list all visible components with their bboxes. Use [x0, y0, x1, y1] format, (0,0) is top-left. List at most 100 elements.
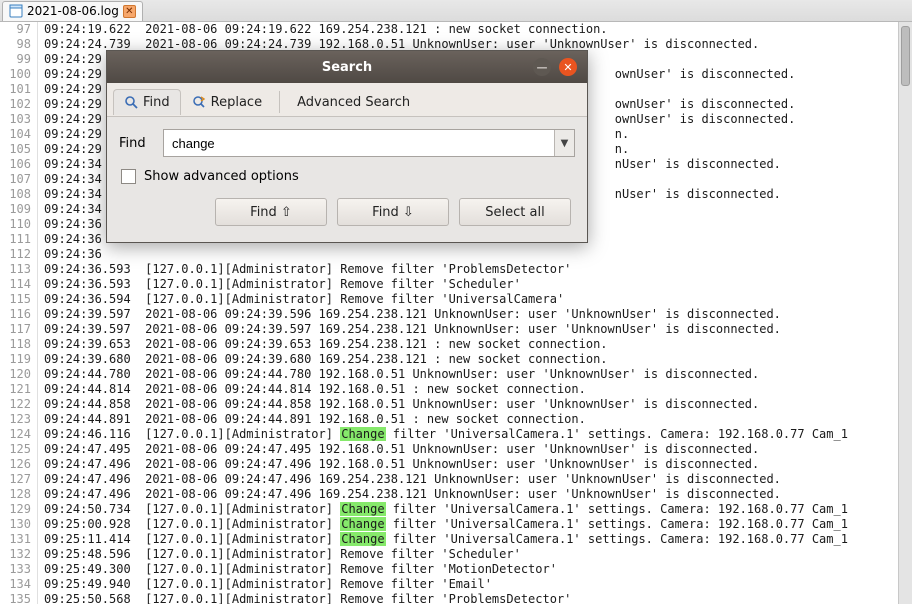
tab-bar: 2021-08-06.log ✕ [0, 0, 912, 22]
line-number: 107 [0, 172, 37, 187]
line-number: 132 [0, 547, 37, 562]
find-combo[interactable]: ▼ [163, 129, 575, 157]
line-number: 100 [0, 67, 37, 82]
line-number: 129 [0, 502, 37, 517]
code-line[interactable]: 09:24:39.653 2021-08-06 09:24:39.653 169… [38, 337, 912, 352]
search-highlight: Change [340, 532, 385, 546]
line-number: 114 [0, 277, 37, 292]
code-line[interactable]: 09:24:36.593 [127.0.0.1][Administrator] … [38, 277, 912, 292]
code-line[interactable]: 09:24:44.780 2021-08-06 09:24:44.780 192… [38, 367, 912, 382]
line-number: 128 [0, 487, 37, 502]
show-advanced-checkbox[interactable] [121, 169, 136, 184]
line-number: 120 [0, 367, 37, 382]
replace-icon [192, 95, 206, 109]
line-number: 99 [0, 52, 37, 67]
find-prev-button[interactable]: Find ⇧ [215, 198, 327, 226]
line-number: 116 [0, 307, 37, 322]
code-line[interactable]: 09:24:47.495 2021-08-06 09:24:47.495 192… [38, 442, 912, 457]
code-line[interactable]: 09:24:44.814 2021-08-06 09:24:44.814 192… [38, 382, 912, 397]
file-tab[interactable]: 2021-08-06.log ✕ [2, 1, 143, 21]
tab-advanced-label: Advanced Search [297, 95, 410, 110]
line-number: 119 [0, 352, 37, 367]
line-number: 131 [0, 532, 37, 547]
tab-replace[interactable]: Replace [181, 89, 273, 115]
code-line[interactable]: 09:24:19.622 2021-08-06 09:24:19.622 169… [38, 22, 912, 37]
find-next-button[interactable]: Find ⇩ [337, 198, 449, 226]
scrollbar-thumb[interactable] [901, 26, 910, 86]
tab-close-icon[interactable]: ✕ [123, 5, 136, 18]
search-title: Search [322, 60, 372, 75]
line-number: 134 [0, 577, 37, 592]
code-line[interactable]: 09:25:50.568 [127.0.0.1][Administrator] … [38, 592, 912, 604]
line-number: 127 [0, 472, 37, 487]
code-line[interactable]: 09:24:36.594 [127.0.0.1][Administrator] … [38, 292, 912, 307]
line-number: 135 [0, 592, 37, 604]
tab-find-label: Find [143, 95, 170, 110]
line-number: 118 [0, 337, 37, 352]
file-tab-label: 2021-08-06.log [27, 4, 119, 18]
search-dialog: Search — ✕ Find Replace Advanced Search … [106, 50, 588, 243]
minimize-button[interactable]: — [533, 58, 551, 76]
line-number: 98 [0, 37, 37, 52]
vertical-scrollbar[interactable] [898, 22, 912, 604]
search-highlight: Change [340, 502, 385, 516]
search-highlight: Change [340, 427, 385, 441]
code-line[interactable]: 09:25:49.940 [127.0.0.1][Administrator] … [38, 577, 912, 592]
find-dropdown-toggle[interactable]: ▼ [554, 130, 574, 156]
line-number: 106 [0, 157, 37, 172]
code-line[interactable]: 09:24:44.858 2021-08-06 09:24:44.858 192… [38, 397, 912, 412]
line-number: 125 [0, 442, 37, 457]
code-line[interactable]: 09:24:39.597 2021-08-06 09:24:39.596 169… [38, 307, 912, 322]
code-line[interactable]: 09:24:39.597 2021-08-06 09:24:39.597 169… [38, 322, 912, 337]
line-number: 122 [0, 397, 37, 412]
show-advanced-label: Show advanced options [144, 169, 299, 184]
line-number: 124 [0, 427, 37, 442]
line-number: 117 [0, 322, 37, 337]
code-line[interactable]: 09:25:49.300 [127.0.0.1][Administrator] … [38, 562, 912, 577]
line-number: 133 [0, 562, 37, 577]
line-number: 108 [0, 187, 37, 202]
find-icon [124, 95, 138, 109]
line-number: 109 [0, 202, 37, 217]
line-number: 105 [0, 142, 37, 157]
search-titlebar[interactable]: Search — ✕ [107, 51, 587, 83]
code-line[interactable]: 09:24:44.891 2021-08-06 09:24:44.891 192… [38, 412, 912, 427]
line-number: 103 [0, 112, 37, 127]
code-line[interactable]: 09:24:47.496 2021-08-06 09:24:47.496 169… [38, 472, 912, 487]
line-number: 126 [0, 457, 37, 472]
code-line[interactable]: 09:24:39.680 2021-08-06 09:24:39.680 169… [38, 352, 912, 367]
close-button[interactable]: ✕ [559, 58, 577, 76]
tab-advanced-search[interactable]: Advanced Search [286, 89, 421, 115]
select-all-button[interactable]: Select all [459, 198, 571, 226]
line-number: 97 [0, 22, 37, 37]
line-number: 113 [0, 262, 37, 277]
line-number: 123 [0, 412, 37, 427]
tab-separator [279, 91, 280, 113]
line-number: 104 [0, 127, 37, 142]
find-input[interactable] [164, 130, 554, 156]
code-line[interactable]: 09:24:50.734 [127.0.0.1][Administrator] … [38, 502, 912, 517]
file-icon [9, 4, 23, 18]
line-number: 115 [0, 292, 37, 307]
code-line[interactable]: 09:24:47.496 2021-08-06 09:24:47.496 169… [38, 487, 912, 502]
code-line[interactable]: 09:25:11.414 [127.0.0.1][Administrator] … [38, 532, 912, 547]
line-number: 121 [0, 382, 37, 397]
code-line[interactable]: 09:24:36.593 [127.0.0.1][Administrator] … [38, 262, 912, 277]
line-number: 101 [0, 82, 37, 97]
search-highlight: Change [340, 517, 385, 531]
line-number: 112 [0, 247, 37, 262]
line-number: 110 [0, 217, 37, 232]
line-number: 111 [0, 232, 37, 247]
tab-find[interactable]: Find [113, 89, 181, 115]
code-line[interactable]: 09:24:47.496 2021-08-06 09:24:47.496 192… [38, 457, 912, 472]
code-line[interactable]: 09:24:36 [38, 247, 912, 262]
tab-replace-label: Replace [211, 95, 262, 110]
code-line[interactable]: 09:24:46.116 [127.0.0.1][Administrator] … [38, 427, 912, 442]
search-body: Find ▼ Show advanced options Find ⇧ Find… [107, 117, 587, 242]
line-number-gutter: 9798991001011021031041051061071081091101… [0, 22, 38, 604]
code-line[interactable]: 09:25:00.928 [127.0.0.1][Administrator] … [38, 517, 912, 532]
search-tabs: Find Replace Advanced Search [107, 83, 587, 117]
code-line[interactable]: 09:25:48.596 [127.0.0.1][Administrator] … [38, 547, 912, 562]
line-number: 102 [0, 97, 37, 112]
find-label: Find [119, 136, 153, 151]
